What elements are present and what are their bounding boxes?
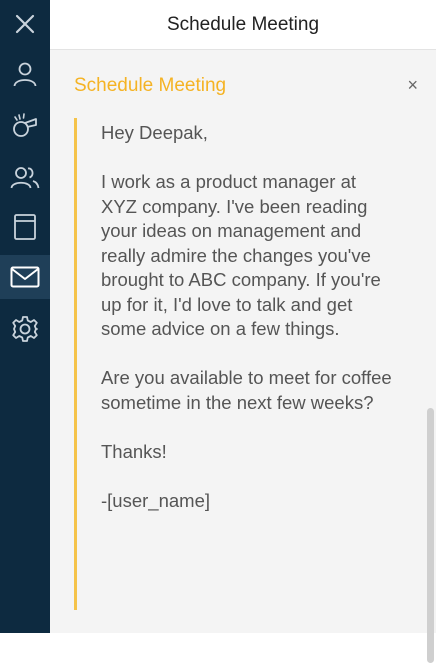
people-icon [10,167,40,189]
sidebar-item-coach[interactable] [0,104,50,148]
whistle-icon [13,113,37,137]
sidebar-item-messages[interactable] [0,255,50,299]
close-sidebar-button[interactable] [0,2,50,46]
close-icon [15,14,35,34]
page-title: Schedule Meeting [166,13,320,35]
message-body: I work as a product manager at XYZ compa… [101,171,381,339]
panel-title: Schedule Meeting [74,75,227,96]
message-signature: -[user_name] [101,489,210,511]
sidebar-item-profile[interactable] [0,52,50,96]
panel-scrollbar[interactable] [427,408,434,663]
sidebar-item-settings[interactable] [0,307,50,351]
sidebar [0,0,50,633]
message-template: Hey Deepak, I work as a product manager … [74,118,394,610]
gear-icon [12,316,38,342]
close-panel-button[interactable]: × [407,75,418,95]
archive-icon [14,214,36,240]
sidebar-item-network[interactable] [0,155,50,199]
person-icon [13,62,37,87]
mail-icon [10,266,40,288]
message-question: Are you available to meet for coffee som… [101,367,392,413]
top-bar: Schedule Meeting [50,0,436,50]
sidebar-item-archive[interactable] [0,205,50,249]
message-thanks: Thanks! [101,440,167,462]
message-greeting: Hey Deepak, [101,122,208,143]
schedule-meeting-panel: Schedule Meeting × Hey Deepak, I work as… [50,50,436,663]
